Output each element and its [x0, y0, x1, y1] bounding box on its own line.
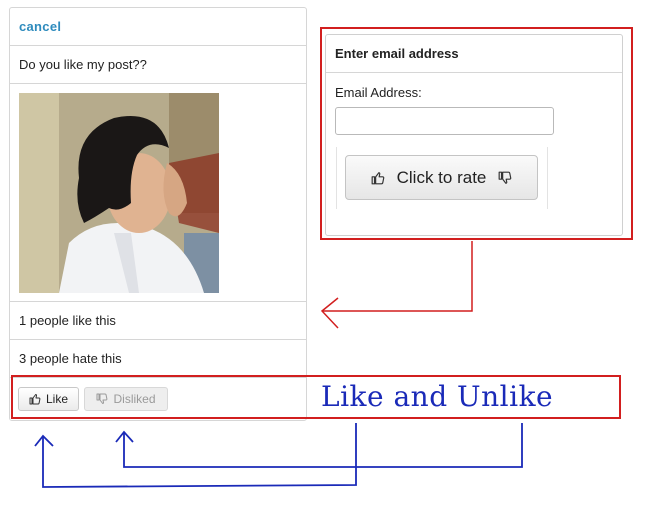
blue-arrow-dislike [123, 423, 523, 468]
red-arrowhead [320, 297, 339, 329]
blue-arrowhead-like [34, 434, 54, 447]
red-arrow [322, 241, 473, 312]
blue-arrow-like [42, 423, 357, 488]
annotation-arrows [34, 241, 523, 488]
